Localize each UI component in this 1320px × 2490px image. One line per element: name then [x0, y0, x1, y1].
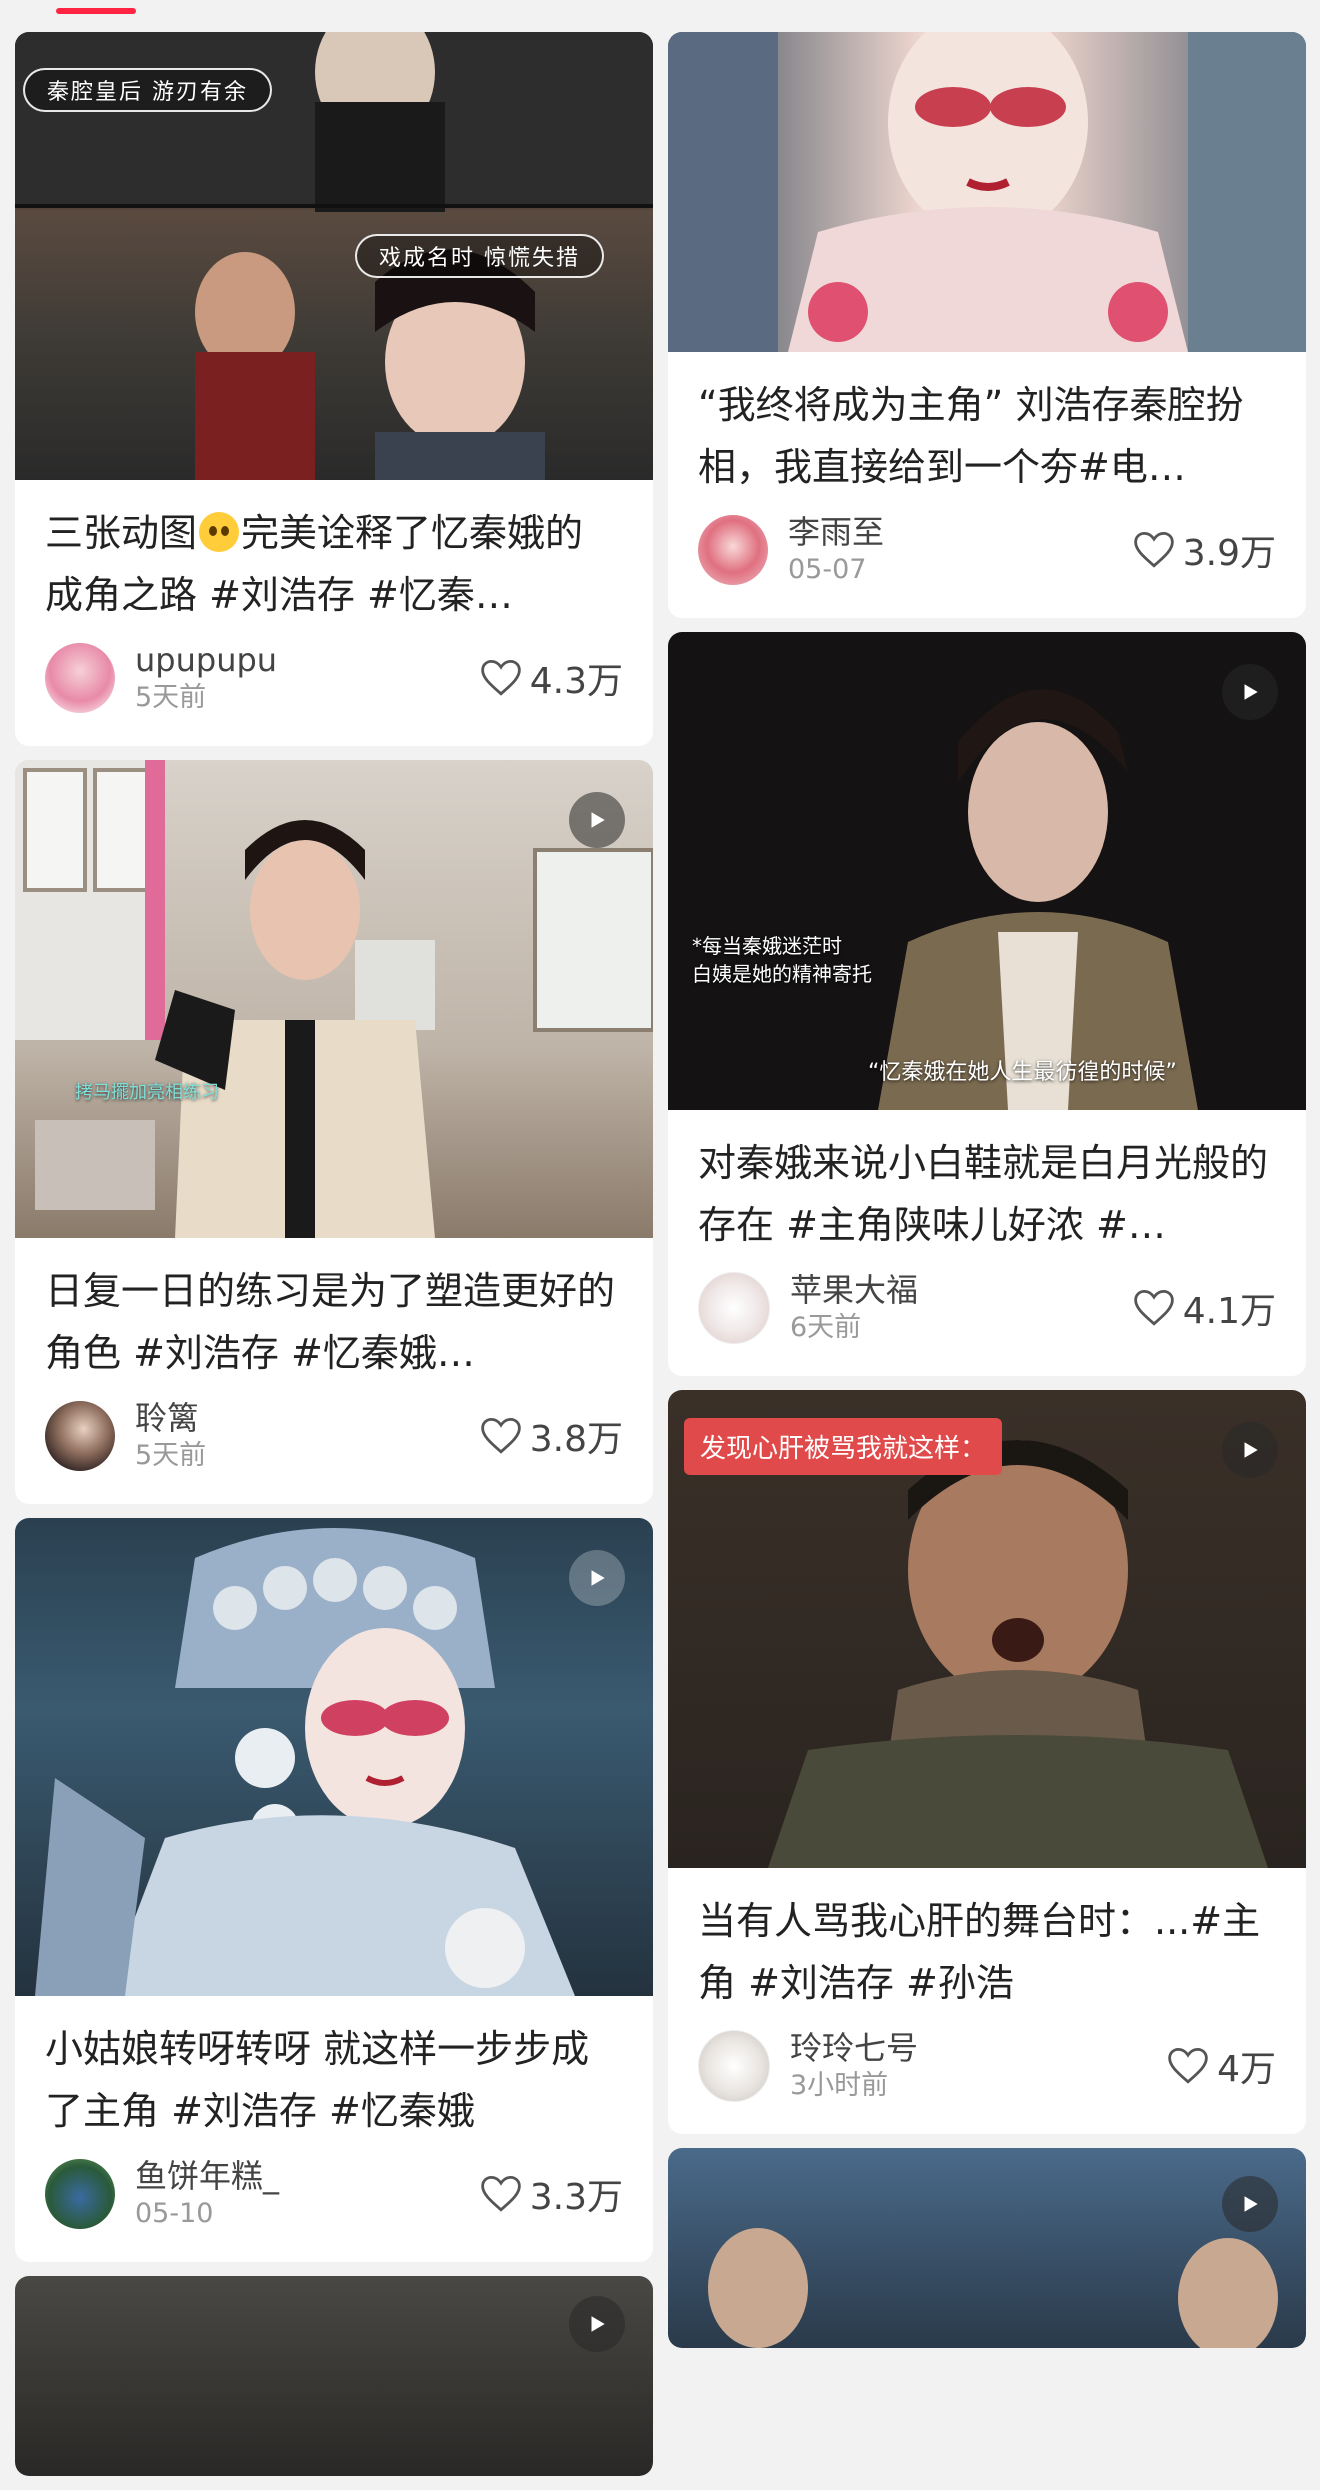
avatar[interactable] — [698, 515, 768, 585]
cover-illustration — [668, 32, 1306, 352]
cover-caption-b: “忆秦娥在她人生最彷徨的时候” — [868, 1060, 1177, 1085]
post-time: 05-10 — [135, 2198, 214, 2229]
like-count: 3.8万 — [529, 1419, 623, 1460]
video-play-button[interactable] — [569, 2296, 625, 2352]
video-play-button[interactable] — [1222, 1422, 1278, 1478]
note-title[interactable]: “我终将成为主角” 刘浩存秦腔扮相，我直接给到一个夯#电… — [668, 352, 1306, 498]
note-card[interactable]: *每当秦娥迷茫时 白姨是她的精神寄托 “忆秦娥在她人生最彷徨的时候” 对秦娥来说… — [668, 632, 1306, 1376]
avatar[interactable] — [45, 643, 115, 713]
like-count: 4.3万 — [529, 661, 623, 702]
like-button[interactable]: 4.1万 — [1133, 1282, 1276, 1334]
avatar[interactable] — [698, 2030, 770, 2102]
pleading-face-emoji-icon — [199, 512, 240, 552]
cover-tag: 发现心肝被骂我就这样： — [684, 1418, 1003, 1475]
feed-column-left: 秦腔皇后 游刃有余 戏成名时 惊慌失措 三张动图 完美诠释了忆秦娥的成角之路 #刘… — [15, 32, 653, 2490]
note-card[interactable]: 发现心肝被骂我就这样： 当有人骂我心肝的舞台时：...#主角 #刘浩存 #孙浩 … — [668, 1390, 1306, 2134]
note-card[interactable] — [668, 2148, 1306, 2348]
avatar[interactable] — [45, 2159, 115, 2229]
note-title[interactable]: 当有人骂我心肝的舞台时：...#主角 #刘浩存 #孙浩 — [668, 1868, 1306, 2014]
note-title[interactable]: 对秦娥来说小白鞋就是白月光般的存在 #主角陕味儿好浓 #… — [668, 1110, 1306, 1256]
active-tab-indicator — [56, 8, 136, 14]
note-card[interactable] — [15, 2276, 653, 2476]
play-icon — [591, 1570, 605, 1586]
like-button[interactable]: 4万 — [1167, 2040, 1276, 2092]
post-time: 05-07 — [788, 554, 867, 585]
cover-caption-mid: 戏成名时 惊慌失措 — [355, 234, 604, 278]
note-title[interactable]: 三张动图 完美诠释了忆秦娥的成角之路 #刘浩存 #忆秦… — [15, 480, 653, 626]
note-cover-image[interactable]: 秦腔皇后 游刃有余 戏成名时 惊慌失措 — [15, 32, 653, 480]
note-card[interactable]: “我终将成为主角” 刘浩存秦腔扮相，我直接给到一个夯#电… 李雨至 05-07 … — [668, 32, 1306, 618]
avatar[interactable] — [698, 1272, 770, 1344]
like-count: 4.1万 — [1182, 1291, 1276, 1332]
note-card[interactable]: 拷马擺加亮相练习 日复一日的练习是为了塑造更好的角色 #刘浩存 #忆秦娥… 聆篱… — [15, 760, 653, 1504]
cover-illustration — [878, 689, 1198, 1110]
note-meta: 玲玲七号 3小时前 4万 — [668, 2014, 1306, 2134]
cover-caption: 拷马擺加亮相练习 — [75, 1082, 219, 1103]
play-icon — [591, 812, 605, 828]
play-icon — [1244, 2196, 1258, 2212]
video-play-button[interactable] — [1222, 664, 1278, 720]
post-time: 6天前 — [790, 1312, 862, 1343]
note-cover-image[interactable] — [15, 1518, 653, 1996]
note-title[interactable]: 日复一日的练习是为了塑造更好的角色 #刘浩存 #忆秦娥… — [15, 1238, 653, 1384]
play-icon — [591, 2316, 605, 2332]
author-name[interactable]: upupupu — [135, 640, 480, 680]
author-name[interactable]: 聆篱 — [135, 1398, 480, 1438]
like-count: 3.9万 — [1182, 533, 1276, 574]
like-button[interactable]: 3.8万 — [480, 1410, 623, 1462]
post-time: 5天前 — [135, 1440, 207, 1471]
like-button[interactable]: 4.3万 — [480, 652, 623, 704]
author-name[interactable]: 玲玲七号 — [790, 2028, 1167, 2068]
note-card[interactable]: 秦腔皇后 游刃有余 戏成名时 惊慌失措 三张动图 完美诠释了忆秦娥的成角之路 #刘… — [15, 32, 653, 746]
note-cover-image[interactable] — [668, 2148, 1306, 2348]
note-cover-image[interactable] — [15, 2276, 653, 2476]
cover-caption-top: 秦腔皇后 游刃有余 — [23, 68, 272, 112]
like-button[interactable]: 3.3万 — [480, 2168, 623, 2220]
post-time: 5天前 — [135, 682, 207, 713]
note-cover-image[interactable]: 发现心肝被骂我就这样： — [668, 1390, 1306, 1868]
heart-icon — [480, 659, 521, 696]
avatar[interactable] — [45, 1401, 115, 1471]
cover-illustration — [708, 2228, 1278, 2348]
author-name[interactable]: 李雨至 — [788, 512, 1133, 552]
cover-caption-a: *每当秦娥迷茫时 白姨是她的精神寄托 — [692, 934, 872, 986]
heart-icon — [480, 2175, 521, 2212]
cover-illustration — [15, 760, 653, 1238]
like-count: 4万 — [1217, 2049, 1276, 2090]
heart-icon — [480, 1417, 521, 1454]
note-title[interactable]: 小姑娘转呀转呀 就这样一步步成了主角 #刘浩存 #忆秦娥 — [15, 1996, 653, 2142]
like-count: 3.3万 — [529, 2177, 623, 2218]
note-cover-image[interactable]: *每当秦娥迷茫时 白姨是她的精神寄托 “忆秦娥在她人生最彷徨的时候” — [668, 632, 1306, 1110]
video-play-button[interactable] — [569, 792, 625, 848]
heart-icon — [1133, 531, 1174, 568]
heart-icon — [1133, 1289, 1174, 1326]
post-time: 3小时前 — [790, 2070, 889, 2101]
author-name[interactable]: 鱼饼年糕_ — [135, 2156, 480, 2196]
feed-column-right: “我终将成为主角” 刘浩存秦腔扮相，我直接给到一个夯#电… 李雨至 05-07 … — [668, 32, 1306, 2362]
note-meta: 苹果大福 6天前 4.1万 — [668, 1256, 1306, 1376]
note-cover-image[interactable]: 拷马擺加亮相练习 — [15, 760, 653, 1238]
like-button[interactable]: 3.9万 — [1133, 524, 1276, 576]
cover-illustration — [35, 1528, 575, 1996]
video-play-button[interactable] — [569, 1550, 625, 1606]
note-meta: 聆篱 5天前 3.8万 — [15, 1384, 653, 1504]
author-name[interactable]: 苹果大福 — [790, 1270, 1133, 1310]
note-meta: upupupu 5天前 4.3万 — [15, 626, 653, 746]
note-cover-image[interactable] — [668, 32, 1306, 352]
video-play-button[interactable] — [1222, 2176, 1278, 2232]
note-meta: 鱼饼年糕_ 05-10 3.3万 — [15, 2142, 653, 2262]
play-icon — [1244, 684, 1258, 700]
note-meta: 李雨至 05-07 3.9万 — [668, 498, 1306, 618]
play-icon — [1244, 1442, 1258, 1458]
note-card[interactable]: 小姑娘转呀转呀 就这样一步步成了主角 #刘浩存 #忆秦娥 鱼饼年糕_ 05-10… — [15, 1518, 653, 2262]
heart-icon — [1168, 2047, 1208, 2084]
